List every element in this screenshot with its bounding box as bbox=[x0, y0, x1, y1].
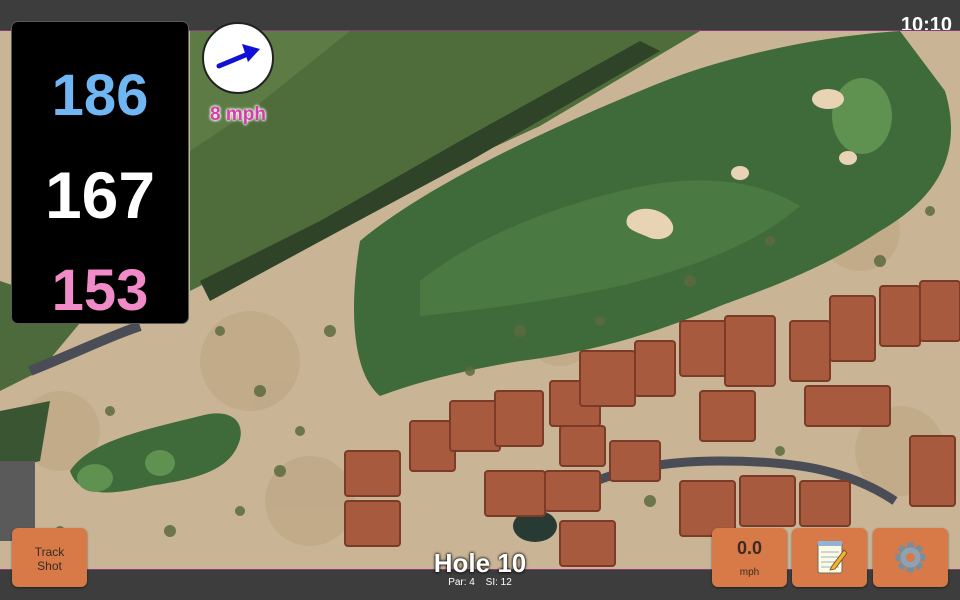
wind-speed-button[interactable]: 0.0 mph bbox=[712, 528, 787, 587]
front-of-green-distance: 153 bbox=[51, 258, 149, 323]
wind-direction-arrow-icon bbox=[216, 44, 260, 69]
hole-title: Hole 10 bbox=[433, 548, 527, 578]
track-shot-label-line2: Shot bbox=[37, 559, 62, 573]
wind-speed-unit: mph bbox=[739, 567, 760, 578]
track-shot-label-line1: Track bbox=[34, 545, 65, 559]
settings-button[interactable] bbox=[873, 528, 948, 587]
hole-info: Par: 4 SI: 12 bbox=[380, 577, 580, 588]
wind-speed-value: 0.0 bbox=[736, 538, 763, 558]
wind-direction-indicator bbox=[202, 22, 274, 94]
hole-par: Par: 4 bbox=[448, 577, 475, 588]
wind-speed-label: 8 mph bbox=[210, 104, 266, 125]
back-of-green-distance: 186 bbox=[51, 63, 149, 128]
notes-button[interactable] bbox=[792, 528, 867, 587]
hole-stroke-index: SI: 12 bbox=[485, 577, 512, 588]
notepad-icon bbox=[817, 541, 848, 574]
gear-icon bbox=[895, 542, 926, 573]
middle-of-green-distance: 167 bbox=[44, 158, 156, 232]
distance-panel: 186 167 153 bbox=[12, 22, 188, 323]
track-shot-button[interactable]: Track Shot bbox=[12, 528, 87, 587]
